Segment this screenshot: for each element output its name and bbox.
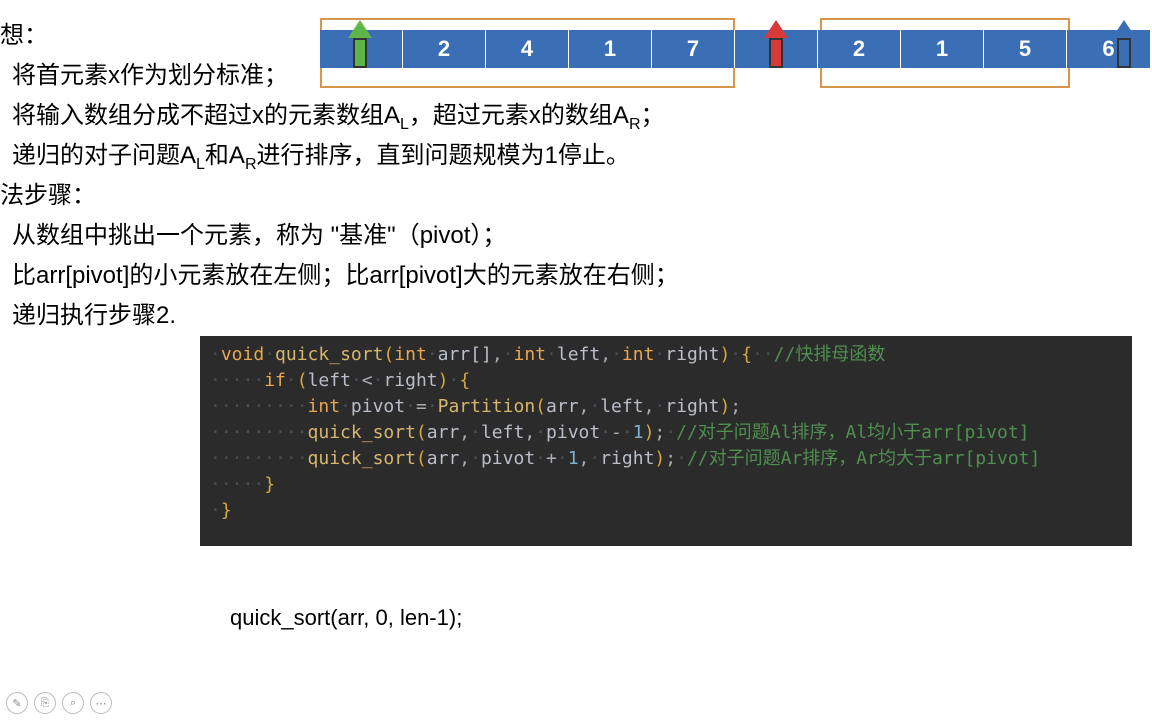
array-cell: 5	[984, 30, 1067, 68]
idea-line-3: 递归的对子问题AL和AR进行排序，直到问题规模为1停止。	[12, 136, 630, 185]
array-cell: 4	[486, 30, 569, 68]
marker-right: R	[1112, 68, 1136, 120]
copy-icon[interactable]: ⎘	[34, 692, 56, 714]
function-call-example: quick_sort(arr, 0, len-1);	[230, 605, 462, 631]
toolbar: ✎ ⎘ ⌕ ⋯	[6, 692, 112, 714]
array-row: 3 2 4 1 7 8 2 1 5 6	[320, 30, 1150, 68]
array-cell: 6	[1067, 30, 1150, 68]
marker-right-label: R	[1112, 94, 1136, 112]
marker-pivot: P	[764, 68, 788, 120]
step-line-1: 从数组中挑出一个元素，称为 "基准"（pivot）；	[12, 216, 506, 256]
step-line-2: 比arr[pivot]的小元素放在左侧；比arr[pivot]大的元素放在右侧；	[12, 256, 679, 296]
marker-pivot-label: P	[764, 94, 788, 112]
more-icon[interactable]: ⋯	[90, 692, 112, 714]
idea-line-1: 将首元素x作为划分标准；	[12, 56, 288, 96]
array-cell: 2	[818, 30, 901, 68]
step-line-3: 递归执行步骤2.	[12, 296, 176, 336]
array-cell: 7	[652, 30, 735, 68]
edit-icon[interactable]: ✎	[6, 692, 28, 714]
array-cell: 2	[403, 30, 486, 68]
array-cell: 1	[569, 30, 652, 68]
heading-idea: 想：	[0, 16, 48, 56]
array-cell: 1	[901, 30, 984, 68]
zoom-icon[interactable]: ⌕	[62, 692, 84, 714]
heading-steps: 法步骤：	[0, 176, 96, 216]
code-block: ·void·quick_sort(int·arr[],·int·left,·in…	[200, 336, 1132, 546]
